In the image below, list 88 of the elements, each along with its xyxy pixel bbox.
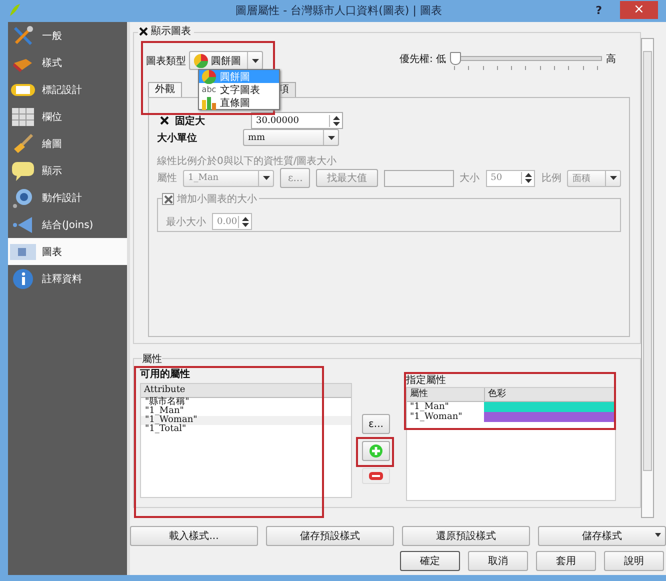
sidebar-item[interactable]: 動作設計 [8, 184, 127, 211]
column-header: 屬性 [409, 388, 429, 401]
sidebar-item[interactable]: 樣式 [8, 49, 127, 76]
slider-handle[interactable] [450, 52, 461, 64]
caret-icon [328, 136, 334, 140]
caption: 線性比例介於0與以下的資性質/圖表大小 [157, 154, 338, 168]
field-label: 大小 [460, 172, 480, 185]
list-item[interactable]: "1_Total" [141, 425, 351, 434]
priority-slider[interactable] [450, 52, 602, 70]
table-cell-text: "1_Man" [409, 402, 450, 412]
spin-arrows-icon [524, 172, 532, 184]
abc-icon: abc [202, 85, 216, 94]
caret-icon [610, 176, 617, 180]
size-spinbox[interactable]: 50 [486, 170, 536, 186]
sidebar-item[interactable]: 結合(Joins) [8, 211, 127, 238]
field-label: 圖表類型 [146, 54, 186, 68]
tools-icon [12, 26, 34, 46]
slider-label: 優先權: 低 [399, 52, 446, 66]
max-value-field[interactable] [384, 170, 454, 186]
remove-button[interactable] [362, 468, 390, 484]
leaf-icon [8, 2, 22, 18]
gear-icon [12, 186, 34, 208]
broom-icon [12, 134, 34, 154]
field-label: 比例 [541, 172, 562, 185]
bar-chart-icon [202, 96, 216, 110]
group-title: 顯示圖表 [151, 24, 191, 38]
style-button[interactable]: 儲存預設樣式 [266, 526, 394, 546]
chart-type-dropdown[interactable]: 圓餅圖 [189, 51, 263, 70]
caret-icon [262, 176, 270, 180]
style-button[interactable]: 載入樣式... [130, 526, 258, 546]
color-swatch[interactable] [484, 402, 615, 412]
caret-icon [655, 533, 661, 537]
sidebar-item[interactable]: 顯示 [8, 157, 127, 184]
dialog-button[interactable]: 說明 [604, 551, 664, 571]
close-button[interactable]: × [620, 1, 658, 19]
window-title: 圖層屬性 - 台灣縣市人口資料(圖表) | 圖表 [234, 2, 443, 18]
sidebar-item[interactable]: 欄位 [8, 103, 127, 130]
table-cell-text: "1_Woman" [409, 412, 464, 422]
color-swatch[interactable] [484, 412, 615, 422]
dropdown-option[interactable]: 直條圖 [199, 96, 279, 109]
checkbox[interactable] [162, 193, 174, 205]
sidebar-item[interactable]: 圖表 [8, 238, 127, 265]
scrollbar[interactable] [641, 38, 654, 518]
add-button[interactable] [362, 441, 390, 461]
minus-icon [369, 472, 383, 480]
pie-chart-icon [194, 54, 208, 68]
dialog-button[interactable]: 套用 [536, 551, 596, 571]
field-label: 屬性 [157, 172, 177, 185]
checkbox-label: 固定大 [175, 114, 205, 128]
sidebar-item[interactable]: 註釋資料 [8, 265, 127, 292]
arrow-icon [12, 216, 34, 234]
plus-icon [369, 444, 383, 458]
list-item[interactable]: "1_Man" [141, 407, 351, 416]
highlight-frame [356, 437, 394, 467]
style-button[interactable]: 儲存樣式 [538, 526, 666, 546]
help-button[interactable]: ? [596, 4, 602, 16]
dialog-button[interactable]: 取消 [468, 551, 528, 571]
spin-arrows-icon [242, 216, 248, 228]
sidebar-item[interactable]: 繪圖 [8, 130, 127, 157]
group-title: 增加小圖表的大小 [177, 192, 257, 206]
field-label: 最小大小 [166, 216, 206, 228]
field-label: 大小單位 [157, 132, 198, 144]
label-icon [11, 82, 35, 96]
list-title: 指定屬性 [406, 375, 447, 387]
column-header: Attribute [141, 384, 351, 398]
group-title: 屬性 [142, 352, 162, 366]
list-title: 可用的屬性 [140, 368, 191, 382]
slider-label: 高 [606, 52, 616, 66]
list-item[interactable]: "1_Woman" [141, 416, 351, 425]
min-size-spinbox[interactable]: 0.00 [212, 213, 252, 230]
sidebar-item[interactable]: 標記設計 [8, 76, 127, 103]
size-spinbox[interactable]: 30.00000 [251, 112, 343, 129]
table-icon [12, 108, 34, 126]
dialog-button[interactable]: 確定 [400, 551, 460, 571]
expression-button[interactable]: ε... [362, 414, 390, 434]
caret-icon [252, 58, 258, 62]
sidebar-item[interactable]: 一般 [8, 22, 127, 49]
column-header: 色彩 [484, 388, 615, 401]
info-icon [12, 268, 34, 290]
style-button[interactable]: 還原預設樣式 [402, 526, 530, 546]
spin-arrows-icon [332, 114, 340, 126]
unit-dropdown[interactable]: mm [243, 129, 339, 146]
checkbox[interactable] [138, 26, 148, 36]
checkbox[interactable] [159, 116, 169, 126]
speech-bubble-icon [11, 160, 35, 180]
tab[interactable]: 外觀 [148, 82, 182, 97]
list-item[interactable]: "縣市名稱" [141, 398, 351, 407]
pie-chart-icon [202, 70, 216, 84]
